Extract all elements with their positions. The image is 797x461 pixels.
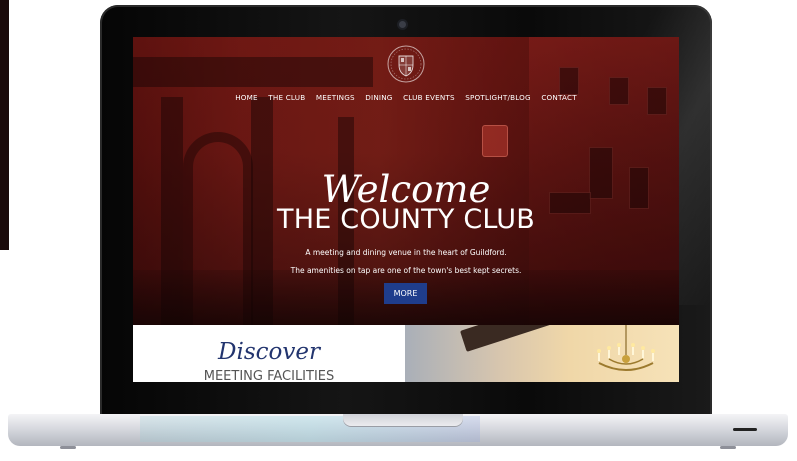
wooden-beam (460, 325, 591, 352)
nav-item-club-events[interactable]: CLUB EVENTS (403, 93, 455, 102)
main-navigation: HOME THE CLUB MEETINGS DINING CLUB EVENT… (133, 93, 679, 102)
background-stripe (0, 0, 9, 250)
nav-item-the-club[interactable]: THE CLUB (268, 93, 305, 102)
status-led (733, 428, 757, 431)
hero-subtitle-2: The amenities on tap are one of the town… (290, 266, 522, 275)
discover-card[interactable]: Discover MEETING FACILITIES (133, 325, 405, 382)
window (559, 67, 579, 95)
discover-heading: Discover (218, 339, 320, 365)
camera-icon (399, 21, 406, 28)
nav-item-home[interactable]: HOME (235, 93, 258, 102)
nav-item-meetings[interactable]: MEETINGS (316, 93, 355, 102)
nav-item-spotlight-blog[interactable]: SPOTLIGHT/BLOG (465, 93, 531, 102)
hero-subtitle-1: A meeting and dining venue in the heart … (305, 248, 507, 257)
hero-title: THE COUNTY CLUB (277, 204, 535, 235)
chandelier-icon (591, 325, 661, 382)
discover-subheading: MEETING FACILITIES (203, 369, 335, 382)
portico-roof (133, 57, 373, 87)
club-crest-icon[interactable] (385, 43, 427, 85)
laptop-notch (343, 414, 463, 427)
nav-item-contact[interactable]: CONTACT (541, 93, 576, 102)
laptop-foot (720, 446, 736, 449)
laptop-foot (60, 446, 76, 449)
dining-photo-card[interactable] (405, 325, 679, 382)
nav-item-dining[interactable]: DINING (365, 93, 392, 102)
hanging-sign (482, 125, 508, 157)
laptop-screen: HOME THE CLUB MEETINGS DINING CLUB EVENT… (133, 37, 679, 382)
hero-section: HOME THE CLUB MEETINGS DINING CLUB EVENT… (133, 37, 679, 335)
more-button[interactable]: MORE (384, 283, 427, 304)
